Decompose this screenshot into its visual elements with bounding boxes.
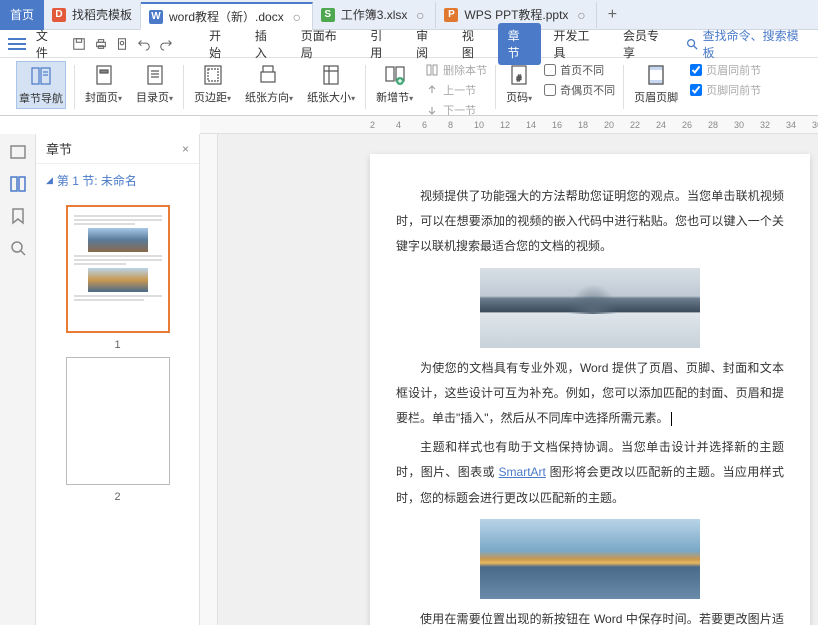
orientation-button[interactable]: 纸张方向▾ bbox=[243, 61, 295, 107]
inline-image-lake[interactable] bbox=[480, 519, 700, 599]
tab-template[interactable]: D 找稻壳模板 bbox=[44, 2, 141, 28]
tab-insert[interactable]: 插入 bbox=[245, 23, 289, 65]
svg-text:#: # bbox=[517, 74, 522, 83]
new-section-button[interactable]: 新增节▾ bbox=[374, 61, 415, 107]
thumbnail-page-1[interactable] bbox=[66, 205, 170, 333]
document-page[interactable]: 视频提供了功能强大的方法帮助您证明您的观点。当您单击联机视频时，可以在想要添加的… bbox=[370, 154, 810, 625]
search-icon[interactable] bbox=[8, 238, 28, 258]
margins-icon bbox=[201, 63, 225, 87]
cover-page-button[interactable]: 封面页▾ bbox=[83, 61, 124, 107]
file-menu[interactable]: 文件 bbox=[30, 27, 66, 61]
ribbon: 章节导航 封面页▾ 目录页▾ 页边距▾ 纸张方向▾ 纸张大小▾ 新增节 bbox=[0, 58, 818, 116]
paragraph[interactable]: 视频提供了功能强大的方法帮助您证明您的观点。当您单击联机视频时，可以在想要添加的… bbox=[396, 184, 784, 260]
page-number-icon: # bbox=[507, 63, 531, 87]
close-icon[interactable]: ○ bbox=[413, 8, 427, 22]
search-icon bbox=[685, 37, 699, 51]
odd-even-different-check[interactable]: 奇偶页不同 bbox=[544, 81, 615, 99]
tab-label: WPS PPT教程.pptx bbox=[464, 6, 568, 23]
tab-section[interactable]: 章节 bbox=[498, 23, 542, 65]
paper-size-icon bbox=[319, 63, 343, 87]
docer-icon: D bbox=[52, 8, 66, 22]
bookmark-icon[interactable] bbox=[8, 206, 28, 226]
ribbon-tabs: 开始 插入 页面布局 引用 审阅 视图 章节 开发工具 会员专享 bbox=[199, 23, 681, 65]
tab-references[interactable]: 引用 bbox=[360, 23, 404, 65]
next-section-icon bbox=[425, 103, 439, 117]
toc-page-icon bbox=[143, 63, 167, 87]
undo-icon[interactable] bbox=[135, 35, 153, 53]
document-area[interactable]: 视频提供了功能强大的方法帮助您证明您的观点。当您单击联机视频时，可以在想要添加的… bbox=[200, 134, 818, 625]
tab-review[interactable]: 审阅 bbox=[406, 23, 450, 65]
preview-icon[interactable] bbox=[113, 35, 131, 53]
redo-icon[interactable] bbox=[157, 35, 175, 53]
footer-link-prev-check[interactable]: 页脚同前节 bbox=[690, 81, 761, 99]
paragraph[interactable]: 为使您的文档具有专业外观，Word 提供了页眉、页脚、封面和文本框设计，这些设计… bbox=[396, 356, 784, 432]
save-icon[interactable] bbox=[70, 35, 88, 53]
close-icon[interactable]: ○ bbox=[574, 8, 588, 22]
home-tab[interactable]: 首页 bbox=[0, 0, 44, 30]
prev-section-button[interactable]: 上一节 bbox=[425, 81, 487, 99]
text-cursor bbox=[671, 412, 672, 426]
expand-icon: ◢ bbox=[46, 175, 53, 186]
delete-section-button[interactable]: 删除本节 bbox=[425, 61, 487, 79]
section-nav-button[interactable]: 章节导航 bbox=[16, 61, 66, 109]
smartart-link[interactable]: SmartArt bbox=[499, 465, 546, 479]
section-nav-icon bbox=[29, 64, 53, 88]
thumb-number: 1 bbox=[114, 339, 120, 351]
nav-title: 章节 bbox=[46, 139, 72, 158]
nav-section-node[interactable]: ◢ 第 1 节: 未命名 bbox=[46, 172, 189, 189]
new-section-icon bbox=[383, 63, 407, 87]
tab-label: 工作簿3.xlsx bbox=[341, 6, 408, 23]
tab-member[interactable]: 会员专享 bbox=[613, 23, 681, 65]
tab-pagelayout[interactable]: 页面布局 bbox=[291, 23, 359, 65]
margins-button[interactable]: 页边距▾ bbox=[192, 61, 233, 107]
sheet-icon: S bbox=[321, 8, 335, 22]
paragraph[interactable]: 主题和样式也有助于文档保持协调。当您单击设计并选择新的主题时，图片、图表或 Sm… bbox=[396, 435, 784, 511]
paragraph[interactable]: 使用在需要位置出现的新按钮在 Word 中保存时间。若要更改图片适应文 bbox=[396, 607, 784, 625]
inline-image-mountain[interactable] bbox=[480, 268, 700, 348]
section-view-icon[interactable] bbox=[8, 174, 28, 194]
header-footer-icon bbox=[644, 63, 668, 87]
vertical-ruler[interactable] bbox=[200, 134, 218, 625]
prev-section-icon bbox=[425, 83, 439, 97]
hamburger-icon[interactable] bbox=[8, 38, 26, 50]
header-link-prev-check[interactable]: 页眉同前节 bbox=[690, 61, 761, 79]
close-panel-icon[interactable]: × bbox=[182, 142, 189, 156]
tab-devtools[interactable]: 开发工具 bbox=[543, 23, 611, 65]
cover-page-icon bbox=[92, 63, 116, 87]
header-footer-button[interactable]: 页眉页脚 bbox=[632, 61, 680, 107]
close-icon[interactable]: ○ bbox=[290, 10, 304, 24]
paper-size-button[interactable]: 纸张大小▾ bbox=[305, 61, 357, 107]
menu-bar: 文件 开始 插入 页面布局 引用 审阅 视图 章节 开发工具 会员专享 查找命令… bbox=[0, 30, 818, 58]
thumbnail-view-icon[interactable] bbox=[8, 142, 28, 162]
horizontal-ruler[interactable]: 2468101214161820222426283032343638404244… bbox=[200, 116, 818, 134]
thumbnail-page-2[interactable] bbox=[66, 357, 170, 485]
ppt-icon: P bbox=[444, 8, 458, 22]
orientation-icon bbox=[257, 63, 281, 87]
thumb-number: 2 bbox=[114, 491, 120, 503]
tab-start[interactable]: 开始 bbox=[199, 23, 243, 65]
first-page-different-check[interactable]: 首页不同 bbox=[544, 61, 615, 79]
search-link[interactable]: 查找命令、搜索模板 bbox=[703, 27, 810, 61]
toc-page-button[interactable]: 目录页▾ bbox=[134, 61, 175, 107]
word-icon: W bbox=[149, 10, 163, 24]
tab-label: 找稻壳模板 bbox=[72, 6, 132, 23]
tab-view[interactable]: 视图 bbox=[452, 23, 496, 65]
delete-icon bbox=[425, 63, 439, 77]
page-number-button[interactable]: # 页码▾ bbox=[504, 61, 534, 107]
sidebar-rail bbox=[0, 134, 36, 625]
navigation-panel: 章节 × ◢ 第 1 节: 未命名 1 2 bbox=[36, 134, 200, 625]
print-icon[interactable] bbox=[92, 35, 110, 53]
